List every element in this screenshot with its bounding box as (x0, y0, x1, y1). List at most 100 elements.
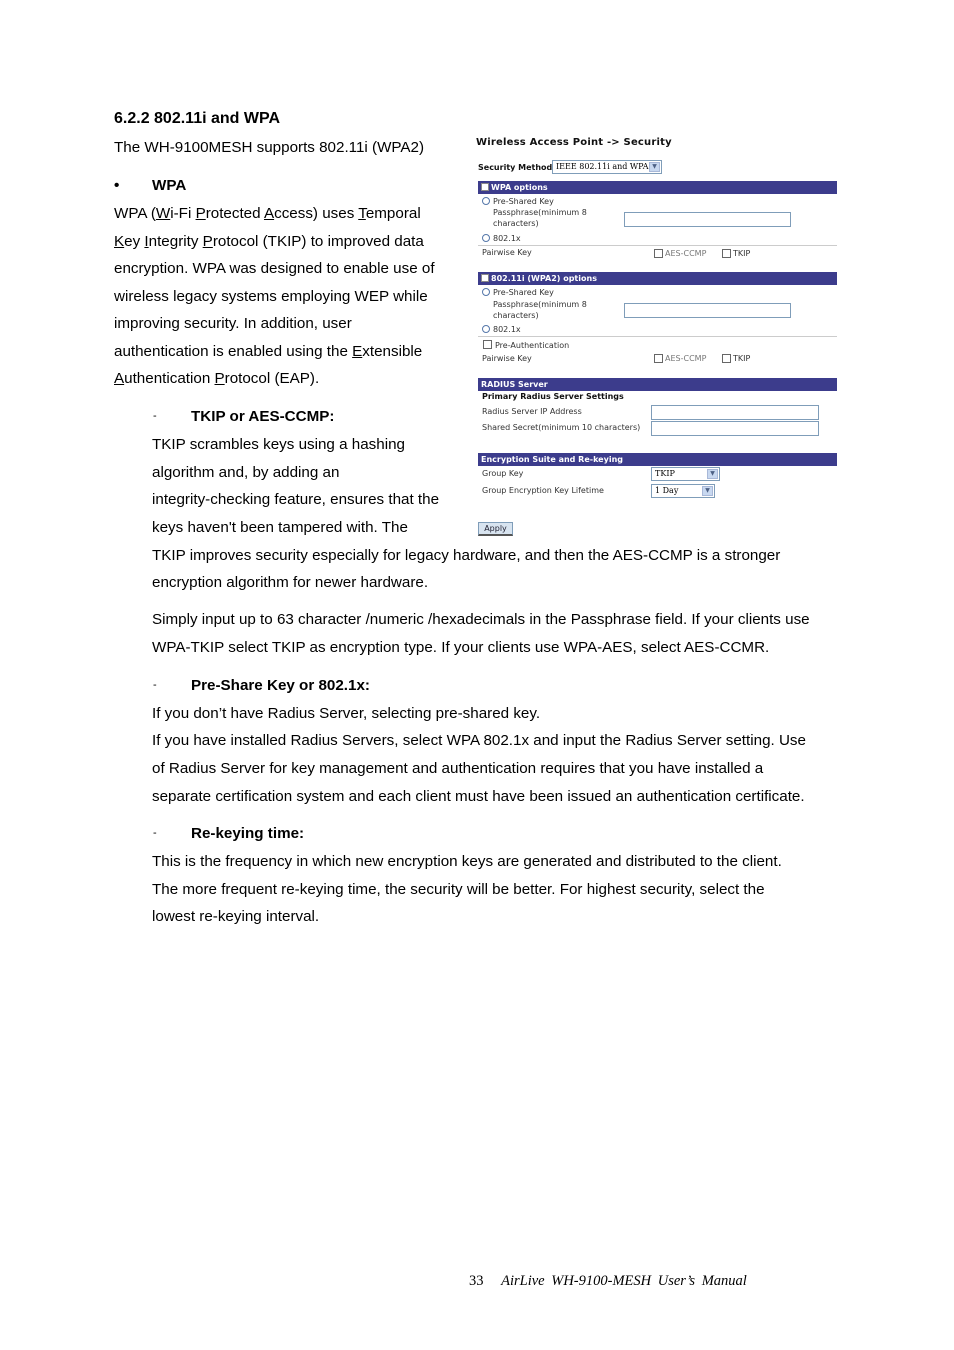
psk-line: If you don’t have Radius Server, selecti… (152, 705, 541, 722)
divider (478, 336, 837, 337)
acronym-initial: A (114, 370, 125, 387)
psk-heading: Pre-Share Key or 802.1x: (191, 677, 370, 694)
wpa-psk-radio[interactable] (482, 197, 490, 205)
lifetime-select[interactable]: 1 Day ▼ (651, 484, 715, 498)
wpa2-aes-checkbox[interactable] (654, 354, 663, 363)
manual-title: AirLive WH-9100-MESH User’s Manual (501, 1273, 747, 1289)
chevron-down-icon: ▼ (702, 486, 713, 496)
text-run: improving security. In addition, user (114, 315, 352, 332)
text-run: uthentication (124, 370, 215, 387)
text-run: WPA ( (114, 205, 156, 222)
tkip-heading: TKIP or AES-CCMP: (191, 408, 335, 425)
wpa-heading: WPA (152, 177, 187, 194)
wpa2-passphrase-label-cont: characters) (493, 311, 539, 320)
preauth-checkbox[interactable] (483, 340, 492, 349)
ui-page-title: Wireless Access Point -> Security (476, 137, 672, 148)
lifetime-value: 1 Day (655, 486, 679, 495)
wpa2-tkip-label: TKIP (733, 354, 751, 363)
text-run: i-Fi (170, 205, 196, 222)
text-run: rotocol (TKIP) to improved data (212, 232, 424, 250)
wpa-line: encryption. WPA was designed to enable u… (114, 255, 435, 283)
acronym-initial: P (214, 370, 225, 387)
chevron-down-icon: ▼ (707, 469, 718, 479)
page-number: 33 (469, 1273, 484, 1289)
radius-subheader: Primary Radius Server Settings (482, 392, 624, 401)
text-run: rotocol (EAP). (224, 370, 320, 387)
radius-ip-input[interactable] (651, 405, 819, 420)
acronym-initial: P (195, 205, 206, 222)
wpa-passphrase-input[interactable] (624, 212, 791, 227)
wpa-line: Key Integrity Protocol (TKIP) to improve… (114, 228, 435, 256)
wpa-bullet: • (114, 177, 120, 194)
wpa2-8021x-label: 802.1x (493, 325, 521, 334)
acronym-initial: P (202, 232, 213, 250)
wpa-line: wireless legacy systems employing WEP wh… (114, 283, 435, 311)
text-run: encryption. WPA was designed to enable u… (114, 260, 435, 277)
acronym-initial: A (263, 205, 275, 222)
wpa2-psk-label: Pre-Shared Key (493, 288, 554, 297)
chevron-down-icon: ▼ (649, 162, 660, 172)
tkip-line: algorithm and, by adding an (152, 464, 340, 481)
wpa2-options-title: 802.11i (WPA2) options (491, 274, 597, 283)
wpa-passphrase-label-cont: characters) (493, 219, 539, 228)
shared-secret-label: Shared Secret(minimum 10 characters) (482, 423, 641, 432)
shared-secret-input[interactable] (651, 421, 819, 436)
wpa-line: authentication is enabled using the Exte… (114, 338, 435, 366)
wpa2-passphrase-label: Passphrase(minimum 8 (493, 300, 587, 309)
wpa-line: Authentication Protocol (EAP). (114, 365, 435, 393)
text-run: wireless legacy systems employing WEP wh… (114, 287, 428, 305)
rekey-line: This is the frequency in which new encry… (152, 853, 782, 870)
text-run: ccess) uses (274, 205, 359, 222)
radius-header: RADIUS Server (478, 378, 837, 391)
tkip-line: integrity-checking feature, ensures that… (152, 491, 440, 508)
wpa2-options-checkbox[interactable] (481, 274, 489, 282)
wpa-8021x-radio[interactable] (482, 234, 490, 242)
security-method-select[interactable]: IEEE 802.11i and WPA ▼ (552, 160, 662, 174)
wpa2-pairwise-label: Pairwise Key (482, 354, 532, 363)
rekey-line: lowest re-keying interval. (152, 908, 320, 925)
tkip-para2-line: WPA-TKIP select TKIP as encryption type.… (152, 639, 770, 656)
radius-ip-label: Radius Server IP Address (482, 407, 582, 416)
group-key-value: TKIP (655, 469, 675, 478)
psk-dash: - (153, 679, 157, 691)
group-key-label: Group Key (482, 469, 524, 478)
acronym-initial: W (155, 205, 171, 222)
text-run: xtensible (362, 342, 423, 360)
wpa-pairwise-label: Pairwise Key (482, 248, 532, 257)
wpa-tkip-checkbox[interactable] (722, 249, 731, 258)
wpa-aes-checkbox[interactable] (654, 249, 663, 258)
acronym-initial: E (352, 342, 363, 360)
wpa2-passphrase-input[interactable] (624, 303, 791, 318)
psk-line: If you have installed Radius Servers, se… (152, 732, 806, 749)
section-heading: 6.2.2 802.11i and WPA (114, 110, 281, 127)
text-run: ey (124, 232, 145, 250)
section-intro: The WH-9100MESH supports 802.11i (WPA2) (114, 139, 425, 156)
group-key-select[interactable]: TKIP ▼ (651, 467, 720, 481)
rekey-heading: Re-keying time: (191, 825, 305, 842)
wpa-8021x-label: 802.1x (493, 234, 521, 243)
wpa2-aes-label: AES-CCMP (665, 354, 707, 363)
page-footer: 33 AirLive WH-9100-MESH User’s Manual (469, 1273, 747, 1290)
psk-line: separate certification system and each c… (152, 788, 805, 805)
text-run: emporal (365, 205, 421, 222)
security-method-label: Security Method: (478, 163, 556, 172)
wpa-options-title: WPA options (491, 183, 548, 192)
wpa-aes-label: AES-CCMP (665, 249, 707, 258)
text-run: authentication is enabled using the (114, 342, 353, 360)
wpa-psk-label: Pre-Shared Key (493, 197, 554, 206)
rekey-line: The more frequent re-keying time, the se… (152, 881, 765, 898)
security-settings-screenshot: Wireless Access Point -> Security Securi… (475, 135, 838, 541)
wpa-line: improving security. In addition, user (114, 310, 435, 338)
rekey-dash: - (153, 827, 157, 839)
wpa-tkip-label: TKIP (733, 249, 751, 258)
preauth-label: Pre-Authentication (495, 341, 570, 350)
wpa2-psk-radio[interactable] (482, 288, 490, 296)
encryption-header: Encryption Suite and Re-keying (478, 453, 837, 466)
wpa-options-checkbox[interactable] (481, 183, 489, 191)
apply-button[interactable]: Apply (478, 522, 513, 536)
tkip-line: TKIP improves security especially for le… (152, 547, 781, 564)
wpa-line: WPA (Wi-Fi Protected Access) uses Tempor… (114, 200, 435, 228)
wpa2-tkip-checkbox[interactable] (722, 354, 731, 363)
wpa-passphrase-label: Passphrase(minimum 8 (493, 208, 587, 217)
wpa2-8021x-radio[interactable] (482, 325, 490, 333)
